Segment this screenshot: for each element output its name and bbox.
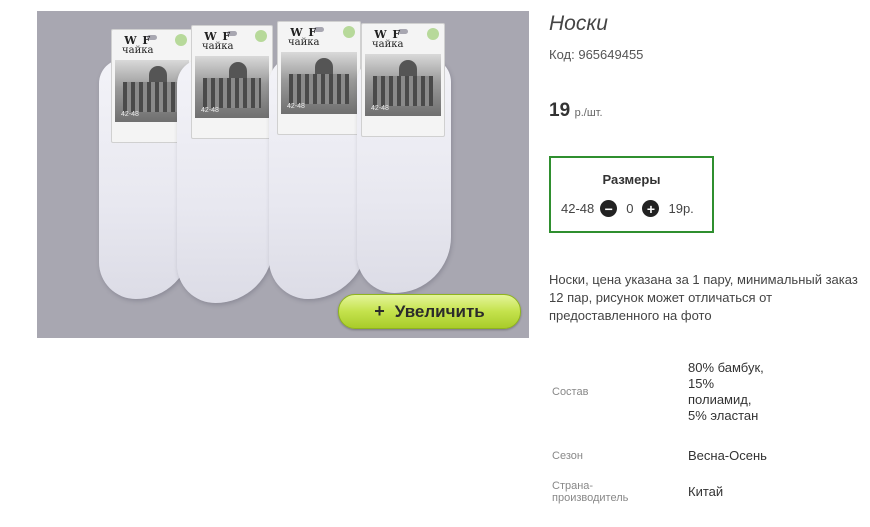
- property-label: Состав: [552, 386, 589, 398]
- property-row: Страна-производитель Китай: [549, 474, 768, 510]
- property-row: Состав 80% бамбук, 15% полиамид, 5% элас…: [549, 346, 768, 438]
- sock-pack: W Fчайка 42-48: [269, 21, 369, 301]
- product-price: 19 р./шт.: [549, 100, 603, 122]
- brand-logo: W Fчайка: [288, 26, 320, 48]
- quantity-value[interactable]: 0: [626, 201, 633, 216]
- properties-table: Состав 80% бамбук, 15% полиамид, 5% элас…: [549, 346, 768, 510]
- leaf-icon: [255, 30, 267, 42]
- sizes-panel: Размеры 42-48 − 0 + 19р.: [549, 156, 714, 233]
- brand-logo: W Fчайка: [122, 34, 154, 56]
- product-code-value: 965649455: [578, 47, 644, 62]
- leaf-icon: [427, 28, 439, 40]
- product-code: Код: 965649455: [549, 47, 643, 62]
- sock-pack: W Fчайка 42-48: [355, 23, 455, 293]
- price-value: 19: [549, 100, 571, 121]
- product-code-label: Код:: [549, 47, 575, 62]
- brand-logo: W Fчайка: [202, 30, 234, 52]
- plus-button[interactable]: +: [642, 200, 660, 217]
- leaf-icon: [343, 26, 355, 38]
- minus-button[interactable]: −: [600, 200, 618, 217]
- size-label: 42-48: [561, 201, 595, 216]
- property-value: Китай: [688, 484, 724, 499]
- property-label: Сезон: [552, 450, 583, 462]
- zoom-button-label: Увеличить: [394, 301, 485, 321]
- brand-logo: W Fчайка: [372, 28, 404, 50]
- property-label: Страна-производитель: [552, 480, 629, 504]
- product-description: Носки, цена указана за 1 пару, минимальн…: [549, 272, 858, 323]
- zoom-button[interactable]: + Увеличить: [338, 294, 521, 329]
- size-row: 42-48 − 0 + 19р.: [561, 200, 694, 217]
- sock-pack: W Fчайка 42-48: [177, 25, 277, 305]
- size-price: 19р.: [668, 201, 694, 216]
- price-unit: р./шт.: [574, 107, 603, 119]
- plus-icon: +: [374, 301, 385, 321]
- property-value: Весна-Осень: [688, 448, 767, 463]
- product-image[interactable]: W Fчайка 42-48 W Fчайка 42-48 W Fчайка 4…: [37, 11, 529, 338]
- property-value: 80% бамбук, 15% полиамид, 5% эластан: [688, 360, 764, 423]
- sizes-title: Размеры: [602, 172, 661, 187]
- property-row: Сезон Весна-Осень: [549, 438, 768, 474]
- product-title: Носки: [549, 12, 608, 35]
